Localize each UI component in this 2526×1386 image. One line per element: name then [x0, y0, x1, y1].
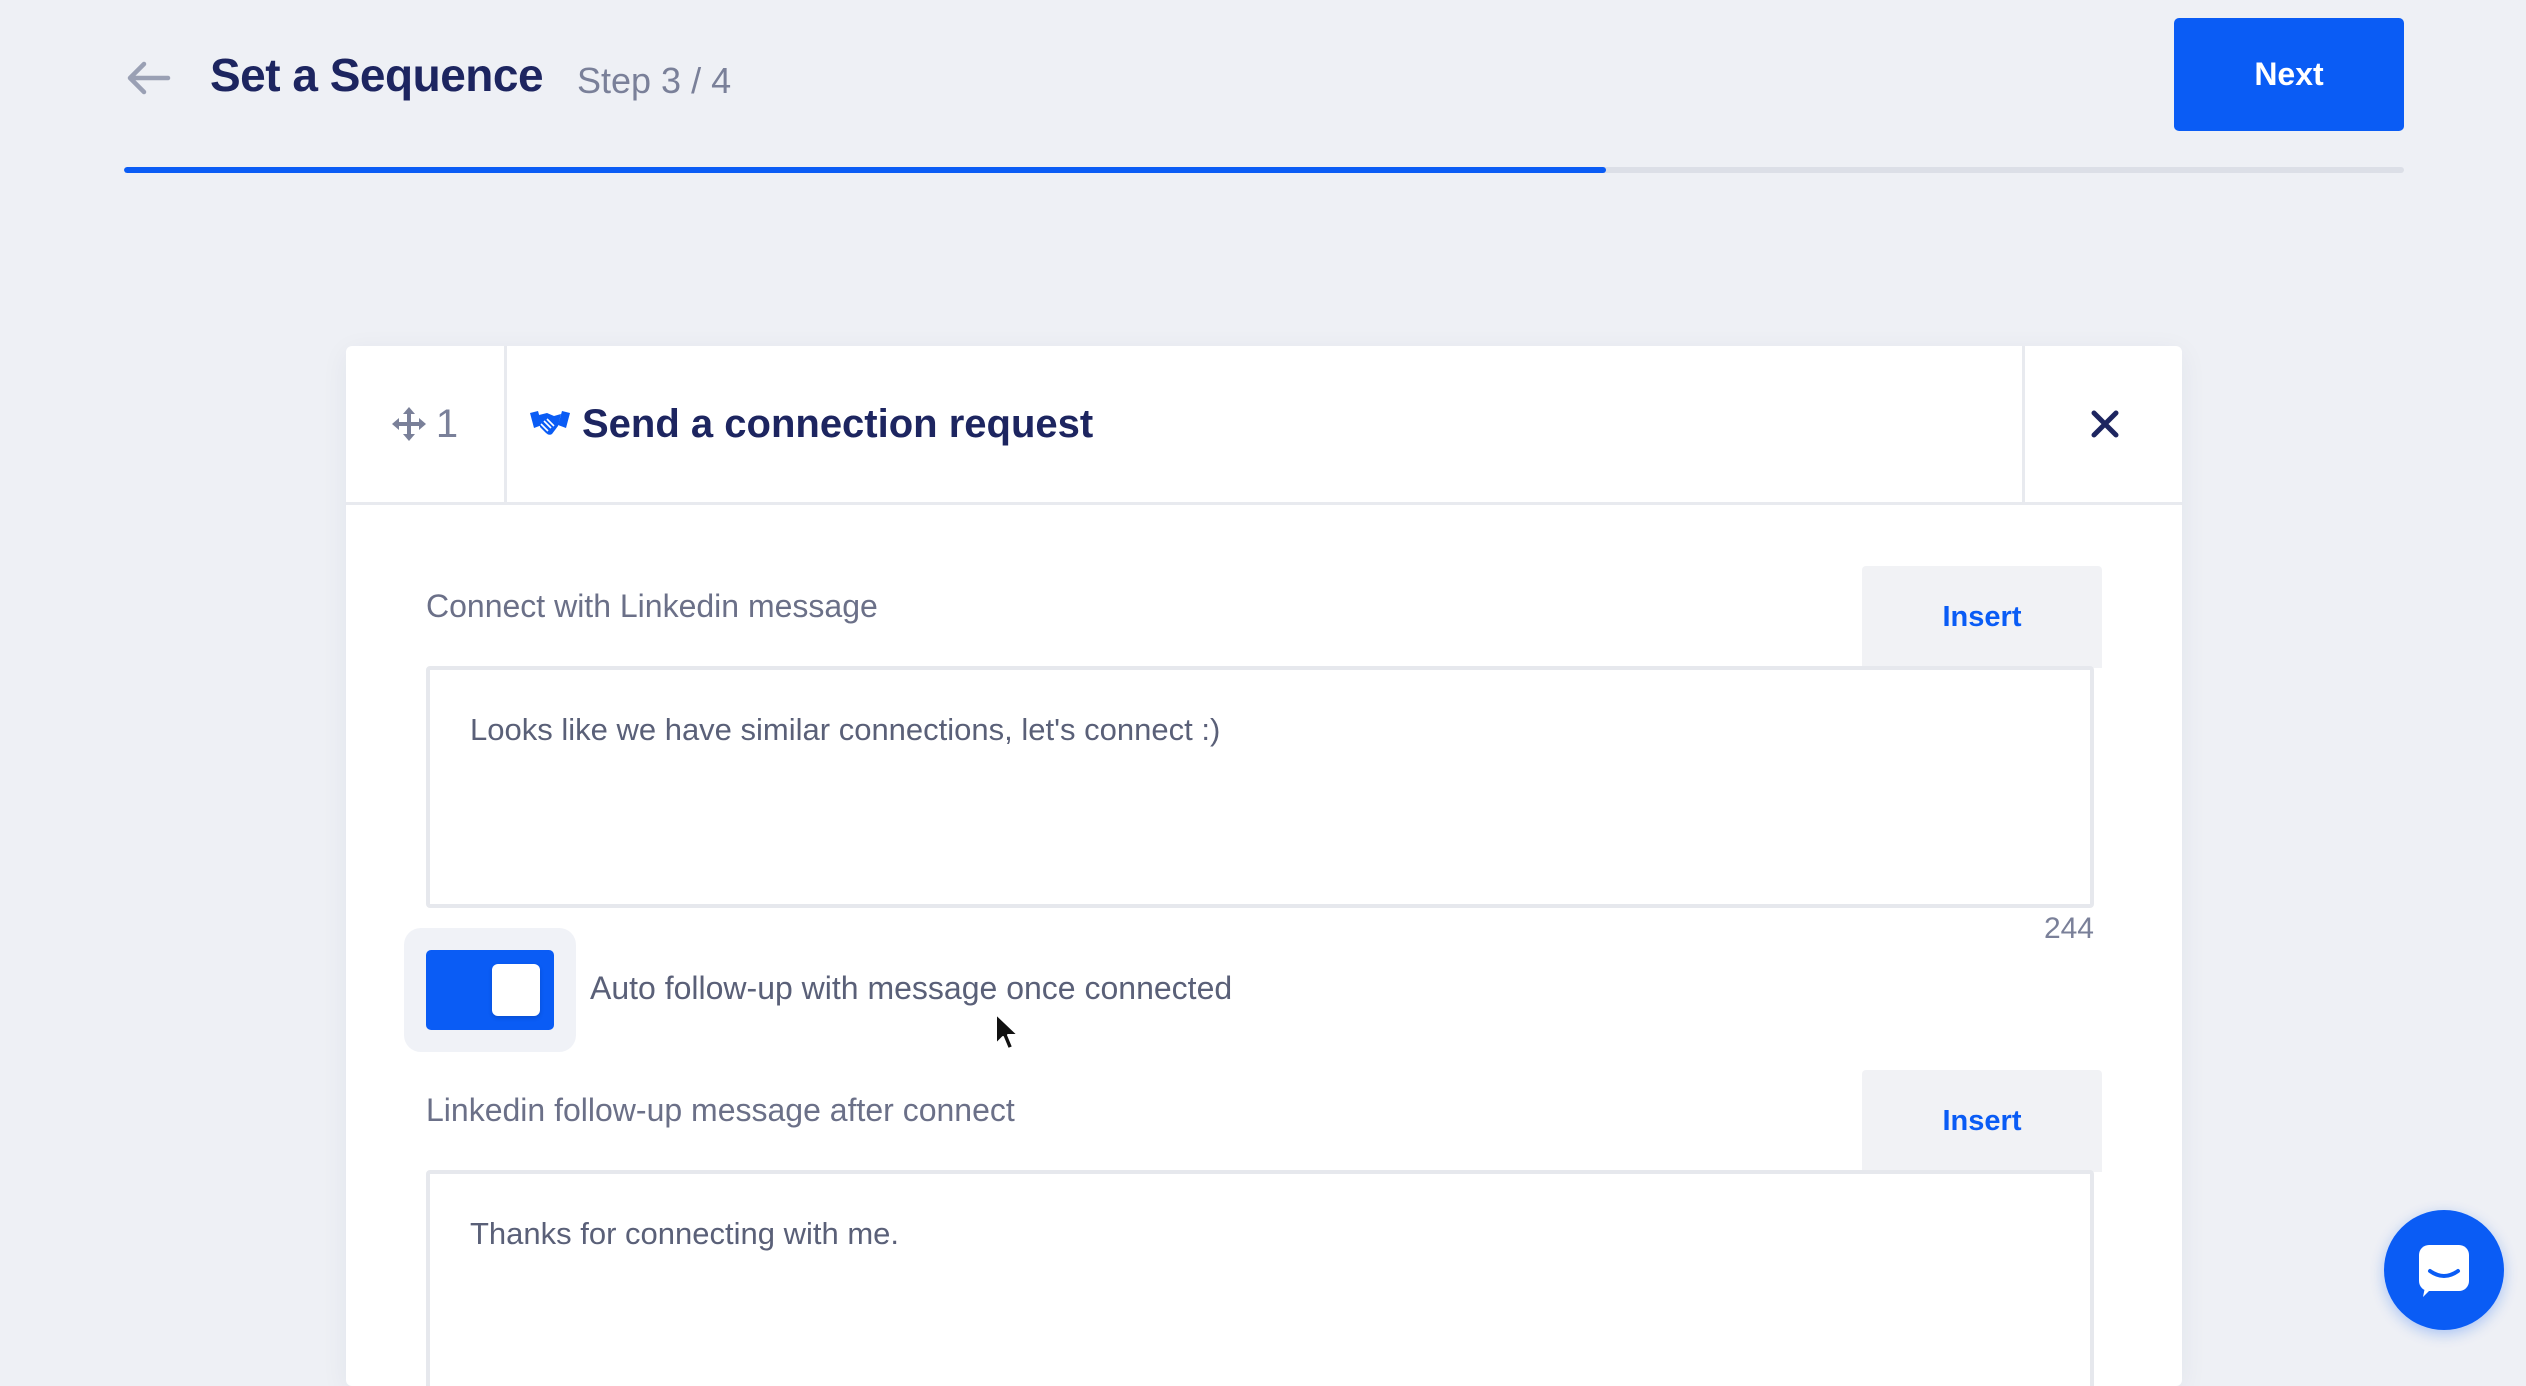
follow-up-message-input[interactable]: [426, 1170, 2094, 1386]
sequence-step-card: 1 Send a connection request Connect with…: [346, 346, 2182, 1386]
card-title: Send a connection request: [582, 401, 1094, 446]
step-number: 1: [435, 401, 459, 446]
follow-up-message-label: Linkedin follow-up message after connect: [426, 1092, 1015, 1128]
follow-up-insert-button[interactable]: Insert: [1862, 1070, 2102, 1172]
back-button[interactable]: [118, 52, 178, 104]
connect-message-label: Connect with Linkedin message: [426, 588, 878, 624]
toggle-knob: [492, 964, 540, 1016]
auto-follow-up-toggle[interactable]: [426, 950, 554, 1030]
progress-fill: [124, 167, 1606, 173]
handshake-icon: [530, 411, 570, 435]
chat-icon: [2419, 1245, 2469, 1297]
connect-message-input[interactable]: [426, 666, 2094, 908]
close-icon: [2091, 410, 2119, 438]
move-icon: [391, 407, 426, 441]
progress-bar: [124, 167, 2404, 173]
mouse-cursor-icon: [995, 1013, 1019, 1050]
drag-handle[interactable]: 1: [346, 346, 507, 502]
arrow-left-icon: [127, 61, 171, 95]
card-header: 1 Send a connection request: [346, 346, 2182, 505]
step-indicator: Step 3 / 4: [577, 60, 732, 101]
page-header: Set a Sequence Step 3 / 4 Next: [0, 0, 2526, 180]
char-count: 244: [2043, 912, 2094, 945]
auto-follow-up-label: Auto follow-up with message once connect…: [590, 970, 1233, 1006]
next-button[interactable]: Next: [2174, 18, 2404, 131]
card-title-area: Send a connection request: [528, 346, 1093, 502]
connect-insert-button[interactable]: Insert: [1862, 566, 2102, 668]
close-button[interactable]: [2022, 346, 2182, 502]
chat-launcher-button[interactable]: [2384, 1210, 2504, 1330]
page-title: Set a Sequence: [210, 49, 544, 101]
